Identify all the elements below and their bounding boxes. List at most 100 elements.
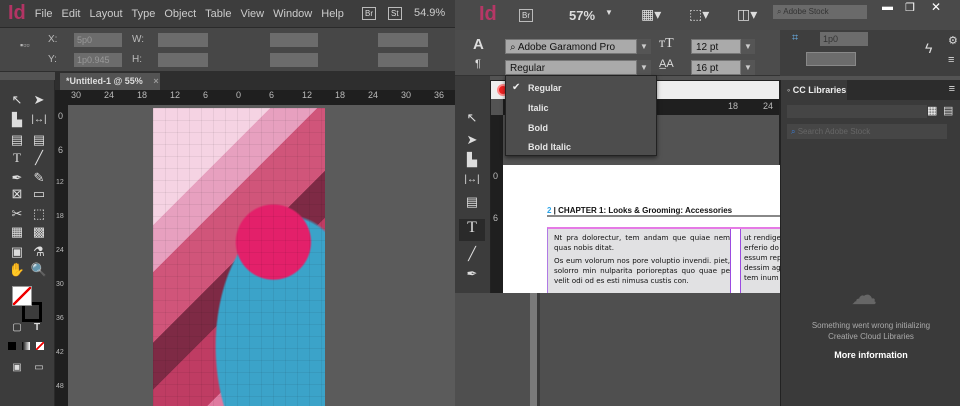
- menu-window[interactable]: Window: [273, 8, 312, 20]
- cc-libraries-tab[interactable]: ◦ CC Libraries: [781, 80, 846, 100]
- menu-object[interactable]: Object: [164, 8, 196, 20]
- y-field[interactable]: 1p0.945: [74, 53, 122, 67]
- document-tab[interactable]: *Untitled-1 @ 55% ×: [60, 73, 160, 90]
- menu-help[interactable]: Help: [321, 8, 344, 20]
- shear-field[interactable]: [378, 53, 428, 67]
- panel-menu-icon[interactable]: ≡: [948, 54, 954, 66]
- menu-view[interactable]: View: [240, 8, 264, 20]
- menu-type[interactable]: Type: [132, 8, 156, 20]
- zoom-level[interactable]: 57%: [569, 8, 595, 23]
- chevron-down-icon[interactable]: ▼: [637, 60, 651, 75]
- h-field[interactable]: [158, 53, 208, 67]
- screen-mode-icon[interactable]: ⬚▾: [689, 6, 709, 23]
- rotate-field[interactable]: [378, 33, 428, 47]
- pencil-tool-icon[interactable]: ✎: [30, 170, 48, 186]
- scissors-tool-icon[interactable]: ✂: [8, 206, 26, 222]
- menu-table[interactable]: Table: [205, 8, 231, 20]
- stroke-type-select[interactable]: [806, 52, 856, 66]
- stock-search-input[interactable]: ⌕ Search Adobe Stock: [787, 124, 947, 139]
- arrange-documents-icon[interactable]: ◫▾: [737, 6, 757, 23]
- view-options-icon[interactable]: ▦▾: [641, 6, 661, 23]
- stock-search-input[interactable]: ⌕ Adobe Stock: [773, 5, 867, 19]
- bridge-button[interactable]: Br: [362, 7, 376, 20]
- grid-view-icon[interactable]: ▦: [927, 104, 937, 117]
- character-mode-icon[interactable]: A: [473, 36, 484, 53]
- formatting-container-icon[interactable]: ▢: [8, 320, 26, 336]
- list-view-icon[interactable]: ▤: [943, 104, 953, 117]
- free-transform-tool-icon[interactable]: ⬚: [30, 206, 48, 222]
- w-field[interactable]: [158, 33, 208, 47]
- selection-tool-icon[interactable]: ↖: [463, 110, 481, 126]
- pen-tool-icon[interactable]: ✒: [463, 266, 481, 282]
- zoom-tool-icon[interactable]: 🔍: [30, 262, 48, 278]
- content-collector-icon[interactable]: ▤: [8, 132, 26, 148]
- apply-color-icon[interactable]: [8, 342, 16, 350]
- menu-item-bold[interactable]: Bold: [528, 123, 548, 133]
- direct-selection-tool-icon[interactable]: ➤: [463, 132, 481, 148]
- font-style-select[interactable]: Regular: [505, 60, 637, 75]
- rectangle-frame-tool-icon[interactable]: ⊠: [8, 186, 26, 202]
- menu-layout[interactable]: Layout: [89, 8, 122, 20]
- x-field[interactable]: 5p0: [74, 33, 122, 47]
- chevron-down-icon[interactable]: ▼: [741, 39, 755, 54]
- page-tool-icon[interactable]: ▙: [8, 112, 26, 128]
- menu-item-italic[interactable]: Italic: [528, 103, 549, 113]
- bridge-button[interactable]: Br: [519, 9, 533, 22]
- menu-edit[interactable]: Edit: [62, 8, 81, 20]
- rectangle-tool-icon[interactable]: ▭: [30, 186, 48, 202]
- document-page[interactable]: 2 | CHAPTER 1: Looks & Grooming: Accesso…: [503, 165, 780, 293]
- scale-y-field[interactable]: [270, 53, 318, 67]
- close-tab-icon[interactable]: ×: [153, 76, 158, 86]
- placed-image[interactable]: [153, 108, 325, 406]
- gradient-swatch-tool-icon[interactable]: ▦: [8, 224, 26, 240]
- leading-field[interactable]: 16 pt: [691, 60, 741, 75]
- type-tool-icon[interactable]: T: [8, 150, 26, 166]
- font-size-field[interactable]: 12 pt: [691, 39, 741, 54]
- normal-view-icon[interactable]: ▣: [8, 360, 26, 376]
- selection-tool-icon[interactable]: ↖: [8, 92, 26, 108]
- apply-gradient-icon[interactable]: [22, 342, 30, 350]
- pen-tool-icon[interactable]: ✒: [8, 170, 26, 186]
- close-icon[interactable]: ✕: [931, 0, 941, 14]
- screen-mode-icon[interactable]: ▭: [30, 360, 48, 376]
- minimize-icon[interactable]: ▬: [882, 1, 893, 13]
- scrollbar[interactable]: [530, 293, 540, 406]
- eyedropper-tool-icon[interactable]: ⚗: [30, 244, 48, 260]
- type-tool-active[interactable]: T: [459, 219, 485, 241]
- font-family-select[interactable]: ⌕ Adobe Garamond Pro: [505, 39, 637, 54]
- line-tool-icon[interactable]: ╱: [30, 150, 48, 166]
- direct-selection-tool-icon[interactable]: ➤: [30, 92, 48, 108]
- gradient-feather-tool-icon[interactable]: ▩: [30, 224, 48, 240]
- formatting-text-icon[interactable]: T: [28, 320, 46, 336]
- page-tool-icon[interactable]: ▙: [463, 152, 481, 168]
- chevron-down-icon[interactable]: ▼: [637, 39, 651, 54]
- lightning-icon[interactable]: ϟ: [925, 40, 932, 56]
- gap-tool-icon[interactable]: |↔|: [461, 172, 483, 188]
- fill-swatch[interactable]: [12, 286, 32, 306]
- note-tool-icon[interactable]: ▣: [8, 244, 26, 260]
- chevron-down-icon[interactable]: ▼: [605, 8, 613, 17]
- gear-icon[interactable]: ⚙: [948, 34, 958, 47]
- content-placer-icon[interactable]: ▤: [30, 132, 48, 148]
- scale-x-field[interactable]: [270, 33, 318, 47]
- library-select[interactable]: [787, 105, 927, 118]
- restore-icon[interactable]: ❐: [905, 1, 915, 14]
- more-information-link[interactable]: More information: [796, 350, 946, 360]
- panel-menu-icon[interactable]: ≡: [949, 83, 955, 95]
- hand-tool-icon[interactable]: ✋: [8, 262, 26, 278]
- reference-point-icon[interactable]: ▪▫▫: [20, 40, 30, 50]
- text-column-2[interactable]: ut rendige erferio do essum rep dessim a…: [744, 233, 780, 283]
- content-collector-icon[interactable]: ▤: [463, 194, 481, 210]
- text-column-1[interactable]: Nt pra dolorectur, tem andam que quiae n…: [554, 233, 730, 286]
- paragraph-mode-icon[interactable]: ¶: [475, 58, 481, 70]
- chevron-down-icon[interactable]: ▼: [741, 60, 755, 75]
- gap-tool-icon[interactable]: |↔|: [30, 112, 48, 128]
- apply-none-icon[interactable]: [36, 342, 44, 350]
- menu-item-bold-italic[interactable]: Bold Italic: [528, 142, 571, 152]
- stroke-weight-field[interactable]: 1p0: [820, 32, 868, 46]
- menu-file[interactable]: File: [35, 8, 53, 20]
- zoom-level[interactable]: 54.9%: [414, 7, 445, 19]
- stock-button[interactable]: St: [388, 7, 402, 20]
- line-tool-icon[interactable]: ╱: [463, 246, 481, 262]
- menu-item-regular[interactable]: Regular: [528, 83, 562, 93]
